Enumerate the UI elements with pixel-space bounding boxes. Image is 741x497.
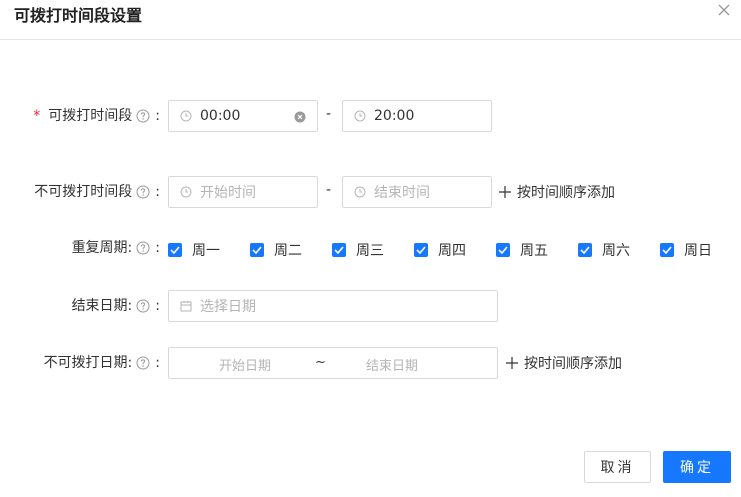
- question-circle-icon[interactable]: [136, 185, 150, 199]
- non-callable-date-label-text: 不可拨打日期:: [43, 355, 133, 371]
- add-date-range-label: 按时间顺序添加: [524, 356, 622, 372]
- callable-period-label-text: 可拨打时间段: [48, 108, 133, 124]
- clock-icon: [180, 186, 192, 198]
- end-time-placeholder: 结束时间: [374, 185, 430, 201]
- time-range-separator: -: [326, 182, 332, 198]
- colon: :: [155, 184, 160, 200]
- repeat-label-text: 重复周期:: [71, 240, 133, 256]
- time-range-separator: -: [326, 106, 332, 122]
- non-callable-start-time-input[interactable]: 开始时间: [168, 176, 318, 208]
- checkbox-checked-icon[interactable]: [250, 243, 264, 257]
- dialog-header: 可拨打时间段设置: [0, 0, 741, 40]
- callable-start-time-input[interactable]: 00:00: [168, 100, 318, 132]
- non-callable-period-label-text: 不可拨打时间段: [34, 184, 133, 200]
- start-time-placeholder: 开始时间: [200, 185, 256, 201]
- add-date-range-button[interactable]: 按时间顺序添加: [506, 353, 622, 373]
- non-callable-date-label: 不可拨打日期: :: [44, 353, 160, 373]
- weekday-checkbox[interactable]: 周六: [578, 240, 630, 260]
- checkbox-checked-icon[interactable]: [414, 243, 428, 257]
- end-date-placeholder: 结束日期: [366, 359, 419, 374]
- callable-start-time-value: 00:00: [200, 108, 241, 124]
- add-time-period-button[interactable]: 按时间顺序添加: [499, 182, 615, 202]
- repeat-label: 重复周期: :: [72, 238, 160, 258]
- weekday-label: 周四: [438, 243, 466, 259]
- end-date-input[interactable]: 选择日期: [168, 290, 498, 322]
- weekday-label: 周二: [274, 243, 302, 259]
- non-callable-end-time-input[interactable]: 结束时间: [342, 176, 492, 208]
- required-mark: *: [33, 108, 41, 124]
- calendar-icon: [180, 301, 192, 312]
- weekday-checkbox[interactable]: 周四: [414, 240, 466, 260]
- weekday-label: 周三: [356, 243, 384, 259]
- question-circle-icon[interactable]: [136, 356, 150, 370]
- weekday-checkbox[interactable]: 周一: [168, 240, 220, 260]
- callable-end-time-value: 20:00: [374, 108, 415, 124]
- start-date-placeholder: 开始日期: [219, 359, 272, 374]
- weekday-label: 周一: [192, 243, 220, 259]
- colon: :: [155, 108, 160, 124]
- checkbox-checked-icon[interactable]: [496, 243, 510, 257]
- checkbox-checked-icon[interactable]: [660, 243, 674, 257]
- end-date-label-text: 结束日期:: [71, 298, 133, 314]
- end-date-label: 结束日期: :: [72, 296, 160, 316]
- add-time-period-label: 按时间顺序添加: [517, 185, 615, 201]
- plus-icon: [499, 186, 511, 198]
- colon: :: [155, 240, 160, 256]
- checkbox-checked-icon[interactable]: [332, 243, 346, 257]
- cancel-button[interactable]: 取消: [584, 451, 651, 483]
- weekday-label: 周五: [520, 243, 548, 259]
- clock-icon: [180, 110, 192, 122]
- ok-button[interactable]: 确定: [663, 451, 731, 483]
- end-date-placeholder: 选择日期: [200, 299, 256, 315]
- weekday-label: 周六: [602, 243, 630, 259]
- weekday-checkbox[interactable]: 周日: [660, 240, 712, 260]
- weekday-checkbox[interactable]: 周五: [496, 240, 548, 260]
- non-callable-date-range-input[interactable]: 开始日期 ~ 结束日期: [168, 347, 498, 379]
- clock-icon: [354, 110, 366, 122]
- callable-period-label: * 可拨打时间段 :: [33, 106, 160, 126]
- dialog-title: 可拨打时间段设置: [14, 6, 143, 25]
- question-circle-icon[interactable]: [136, 299, 150, 313]
- weekday-checkbox[interactable]: 周三: [332, 240, 384, 260]
- question-circle-icon[interactable]: [136, 241, 150, 255]
- close-icon[interactable]: [716, 2, 732, 18]
- checkbox-checked-icon[interactable]: [168, 243, 182, 257]
- question-circle-icon[interactable]: [136, 109, 150, 123]
- clock-icon: [354, 186, 366, 198]
- colon: :: [155, 298, 160, 314]
- weekday-checkbox[interactable]: 周二: [250, 240, 302, 260]
- date-range-separator: ~: [315, 355, 326, 370]
- weekday-label: 周日: [684, 243, 712, 259]
- non-callable-period-label: 不可拨打时间段 :: [34, 182, 160, 202]
- clear-circle-icon[interactable]: [294, 111, 306, 123]
- plus-icon: [506, 357, 518, 369]
- colon: :: [155, 355, 160, 371]
- callable-end-time-input[interactable]: 20:00: [342, 100, 492, 132]
- checkbox-checked-icon[interactable]: [578, 243, 592, 257]
